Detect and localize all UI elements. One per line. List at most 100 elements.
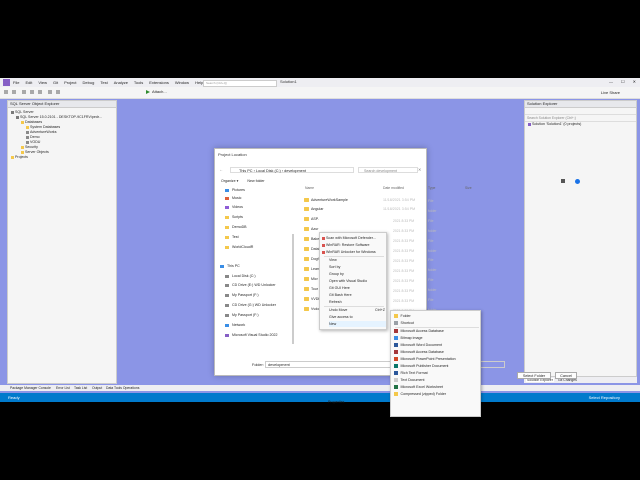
nav-cd-drive-g[interactable]: CD Drive (G:) WD Unlocker — [225, 302, 276, 308]
select-repository-button[interactable]: Select Repository — [589, 395, 620, 400]
breadcrumb-this-pc[interactable]: This PC — [239, 169, 253, 173]
submenu-bitmap[interactable]: Bitmap image — [394, 335, 422, 341]
menu-item-open-vs[interactable]: Open with Visual Studio — [329, 278, 367, 284]
powerpoint-icon — [394, 357, 398, 361]
help-icon[interactable] — [575, 179, 580, 184]
undo-icon[interactable] — [48, 90, 52, 94]
menu-item-sort-by[interactable]: Sort by — [329, 264, 340, 270]
nav-demodb[interactable]: DemoDB — [225, 224, 247, 230]
nav-my-passport-2[interactable]: My Passport (F:) — [225, 312, 259, 318]
menu-git[interactable]: Git — [53, 80, 58, 85]
address-bar[interactable]: This PC › Local Disk (C:) › development — [230, 167, 354, 173]
save-all-icon[interactable] — [38, 90, 42, 94]
menu-item-undo-move[interactable]: Undo Move Ctrl+Z — [329, 307, 385, 313]
organize-button[interactable]: Organize ▾ — [221, 179, 238, 183]
nav-my-passport[interactable]: My Passport (F:) — [225, 292, 259, 298]
menu-analyze[interactable]: Analyze — [114, 80, 128, 85]
menu-debug[interactable]: Debug — [83, 80, 95, 85]
nav-network[interactable]: Network — [225, 322, 245, 328]
submenu-word[interactable]: Microsoft Word Document — [394, 342, 442, 348]
menu-item-git-bash[interactable]: Git Bash Here — [329, 292, 352, 298]
folder-icon — [304, 237, 309, 241]
live-share-button[interactable]: Live Share — [601, 90, 620, 95]
submenu-access-db-2[interactable]: Microsoft Access Database — [394, 349, 444, 355]
new-folder-button[interactable]: New folder — [247, 179, 264, 183]
menu-project[interactable]: Project — [64, 80, 76, 85]
close-icon[interactable]: ✕ — [633, 79, 636, 84]
redo-icon[interactable] — [56, 90, 60, 94]
search-input[interactable]: Search (Ctrl+Q) — [203, 80, 277, 87]
nav-worldcloudr[interactable]: WorldCloudR — [225, 244, 253, 250]
file-row[interactable]: Angular 11/18/2021 3:54 PM — [304, 206, 424, 212]
menu-tools[interactable]: Tools — [134, 80, 143, 85]
submenu-shortcut[interactable]: Shortcut — [394, 320, 414, 326]
save-icon[interactable] — [30, 90, 34, 94]
command-bar: Organize ▾ New folder — [221, 179, 265, 183]
new-item-icon[interactable] — [22, 90, 26, 94]
cancel-button[interactable]: Cancel — [555, 372, 577, 379]
nav-pictures[interactable]: Pictures — [225, 187, 245, 193]
menu-extensions[interactable]: Extensions — [149, 80, 169, 85]
menu-item-properties[interactable]: Properties — [328, 400, 344, 404]
menu-edit[interactable]: Edit — [25, 80, 32, 85]
submenu-rtf[interactable]: Rich Text Format — [394, 370, 428, 376]
nav-scrollbar[interactable] — [292, 234, 294, 344]
breadcrumb-local-disk[interactable]: Local Disk (C:) — [256, 169, 281, 173]
menu-view[interactable]: View — [38, 80, 47, 85]
nav-music[interactable]: Music — [225, 195, 241, 201]
nav-this-pc[interactable]: This PC — [220, 263, 240, 269]
nav-local-disk[interactable]: Local Disk (C:) — [225, 273, 256, 279]
menu-item-new[interactable]: New — [329, 321, 386, 327]
nav-scripts[interactable]: Scripts — [225, 214, 243, 220]
submenu-powerpoint[interactable]: Microsoft PowerPoint Presentation — [394, 356, 456, 362]
menu-bar: File Edit View Git Project Debug Test An… — [0, 78, 640, 87]
nav-visual-studio[interactable]: Microsoft Visual Studio 2022 — [225, 332, 277, 338]
visual-studio-icon — [225, 333, 229, 337]
submenu-text[interactable]: Text Document — [394, 377, 424, 383]
submenu-access-db[interactable]: Microsoft Access Database — [394, 328, 444, 334]
bitmap-icon — [394, 336, 398, 340]
view-options-icon[interactable] — [561, 179, 565, 183]
column-size[interactable]: Size — [465, 186, 472, 190]
column-date[interactable]: Date modified — [383, 186, 404, 190]
forward-icon[interactable] — [12, 90, 16, 94]
submenu-publisher[interactable]: Microsoft Publisher Document — [394, 363, 448, 369]
menu-item-group-by[interactable]: Group by — [329, 271, 344, 277]
tree-item[interactable]: Projects — [8, 155, 116, 160]
minimize-icon[interactable]: — — [609, 79, 613, 84]
nav-test[interactable]: Test — [225, 234, 239, 240]
submenu-folder[interactable]: Folder — [394, 313, 411, 319]
menu-item-view[interactable]: View — [329, 257, 337, 263]
tab-package-manager[interactable]: Package Manager Console — [10, 386, 51, 390]
nav-videos[interactable]: Videos — [225, 204, 243, 210]
back-icon[interactable] — [4, 90, 8, 94]
menu-item-winrar-unlocker[interactable]: WinRAR Unlocker for Windows — [322, 249, 376, 255]
back-arrow-icon[interactable]: ← — [219, 167, 223, 172]
select-folder-button[interactable]: Select Folder — [517, 372, 551, 379]
maximize-icon[interactable]: ☐ — [621, 79, 625, 84]
tab-data-tools[interactable]: Data Tools Operations — [106, 386, 140, 390]
menu-item-give-access[interactable]: Give access to — [329, 314, 353, 320]
attach-button[interactable]: Attach... — [146, 89, 167, 94]
menu-item-defender[interactable]: Scan with Microsoft Defender... — [322, 235, 376, 241]
tab-error-list[interactable]: Error List — [56, 386, 70, 390]
submenu-zip[interactable]: Compressed (zipped) Folder — [394, 391, 446, 397]
solution-root[interactable]: Solution 'Solution1' (0 projects) — [525, 122, 636, 127]
search-development-input[interactable]: Search development — [358, 167, 418, 173]
menu-file[interactable]: File — [13, 80, 19, 85]
menu-test[interactable]: Test — [100, 80, 107, 85]
dialog-close-icon[interactable]: ✕ — [418, 167, 421, 172]
menu-item-winrar-restore[interactable]: WinRAR: Restore Software — [322, 242, 370, 248]
breadcrumb-development[interactable]: development — [284, 169, 306, 173]
tab-task-list[interactable]: Task List — [74, 386, 87, 390]
menu-window[interactable]: Window — [175, 80, 189, 85]
nav-cd-drive-e[interactable]: CD Drive (E:) WD Unlocker — [225, 282, 276, 288]
tab-output[interactable]: Output — [92, 386, 102, 390]
column-type[interactable]: Type — [428, 186, 435, 190]
solution-search-input[interactable]: Search Solution Explorer (Ctrl+;) — [525, 115, 636, 122]
file-row[interactable]: AdventureWorkSample 11/18/2021 3:54 PM — [304, 197, 424, 203]
column-name[interactable]: Name — [305, 186, 314, 190]
menu-item-refresh[interactable]: Refresh — [329, 299, 342, 305]
menu-item-git-gui[interactable]: Git GUI Here — [329, 285, 350, 291]
submenu-excel[interactable]: Microsoft Excel Worksheet — [394, 384, 443, 390]
